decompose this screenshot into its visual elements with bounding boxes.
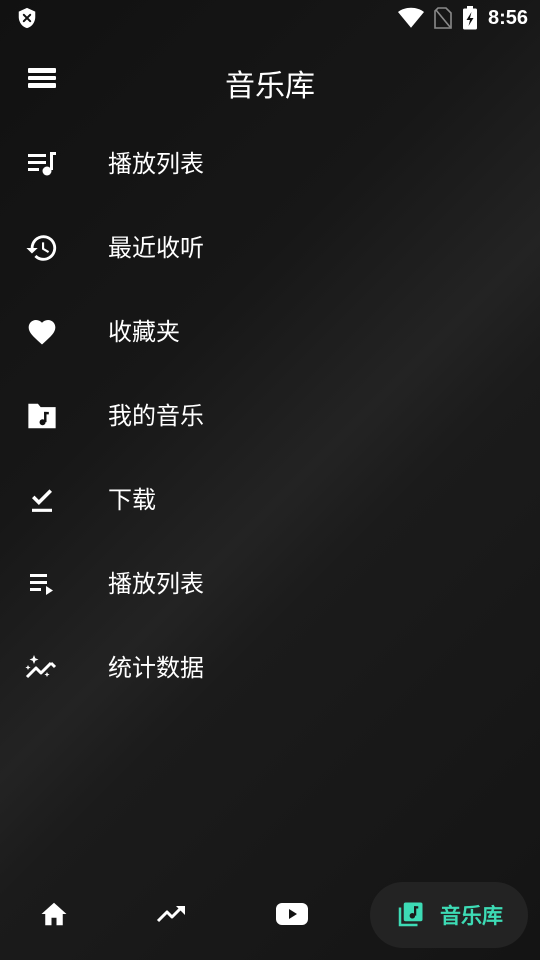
menu-item-favorites[interactable]: 收藏夹 [0, 290, 540, 374]
nav-library-label: 音乐库 [440, 904, 503, 928]
nav-trending-button[interactable] [132, 878, 212, 954]
menu-item-label: 收藏夹 [108, 318, 180, 346]
playlist-music-icon [24, 146, 60, 182]
history-icon [24, 230, 60, 266]
stats-sparkle-icon [24, 650, 60, 686]
home-icon [39, 900, 69, 932]
trending-icon [156, 903, 188, 929]
library-menu: 播放列表 最近收听 收藏夹 我的音乐 下载 播放列表 统计数据 [0, 122, 540, 710]
playlist-play-icon [24, 566, 60, 602]
nav-home-button[interactable] [14, 878, 94, 954]
folder-music-icon [24, 398, 60, 434]
nav-library-button[interactable]: 音乐库 [370, 882, 528, 948]
heart-icon [24, 314, 60, 350]
menu-item-label: 播放列表 [108, 570, 204, 598]
shield-x-icon [16, 7, 38, 29]
status-time: 8:56 [487, 6, 528, 29]
menu-item-label: 我的音乐 [108, 402, 204, 430]
library-music-icon [394, 899, 426, 931]
menu-item-my-music[interactable]: 我的音乐 [0, 374, 540, 458]
menu-item-playlists[interactable]: 播放列表 [0, 122, 540, 206]
youtube-icon [275, 902, 309, 930]
bottom-nav: 音乐库 [0, 878, 540, 954]
page-title: 音乐库 [225, 69, 315, 104]
menu-item-stats[interactable]: 统计数据 [0, 626, 540, 710]
wifi-icon [397, 7, 424, 29]
menu-item-label: 下载 [108, 486, 156, 514]
no-sim-icon [434, 7, 452, 29]
menu-item-label: 播放列表 [108, 150, 204, 178]
battery-charging-icon [462, 6, 478, 30]
status-bar: 8:56 [0, 0, 540, 36]
menu-item-recent[interactable]: 最近收听 [0, 206, 540, 290]
menu-item-playlists-2[interactable]: 播放列表 [0, 542, 540, 626]
menu-item-label: 最近收听 [108, 234, 204, 262]
download-done-icon [24, 482, 60, 518]
nav-video-button[interactable] [252, 878, 332, 954]
menu-item-downloads[interactable]: 下载 [0, 458, 540, 542]
header: 音乐库 [0, 48, 540, 112]
menu-item-label: 统计数据 [108, 654, 204, 682]
